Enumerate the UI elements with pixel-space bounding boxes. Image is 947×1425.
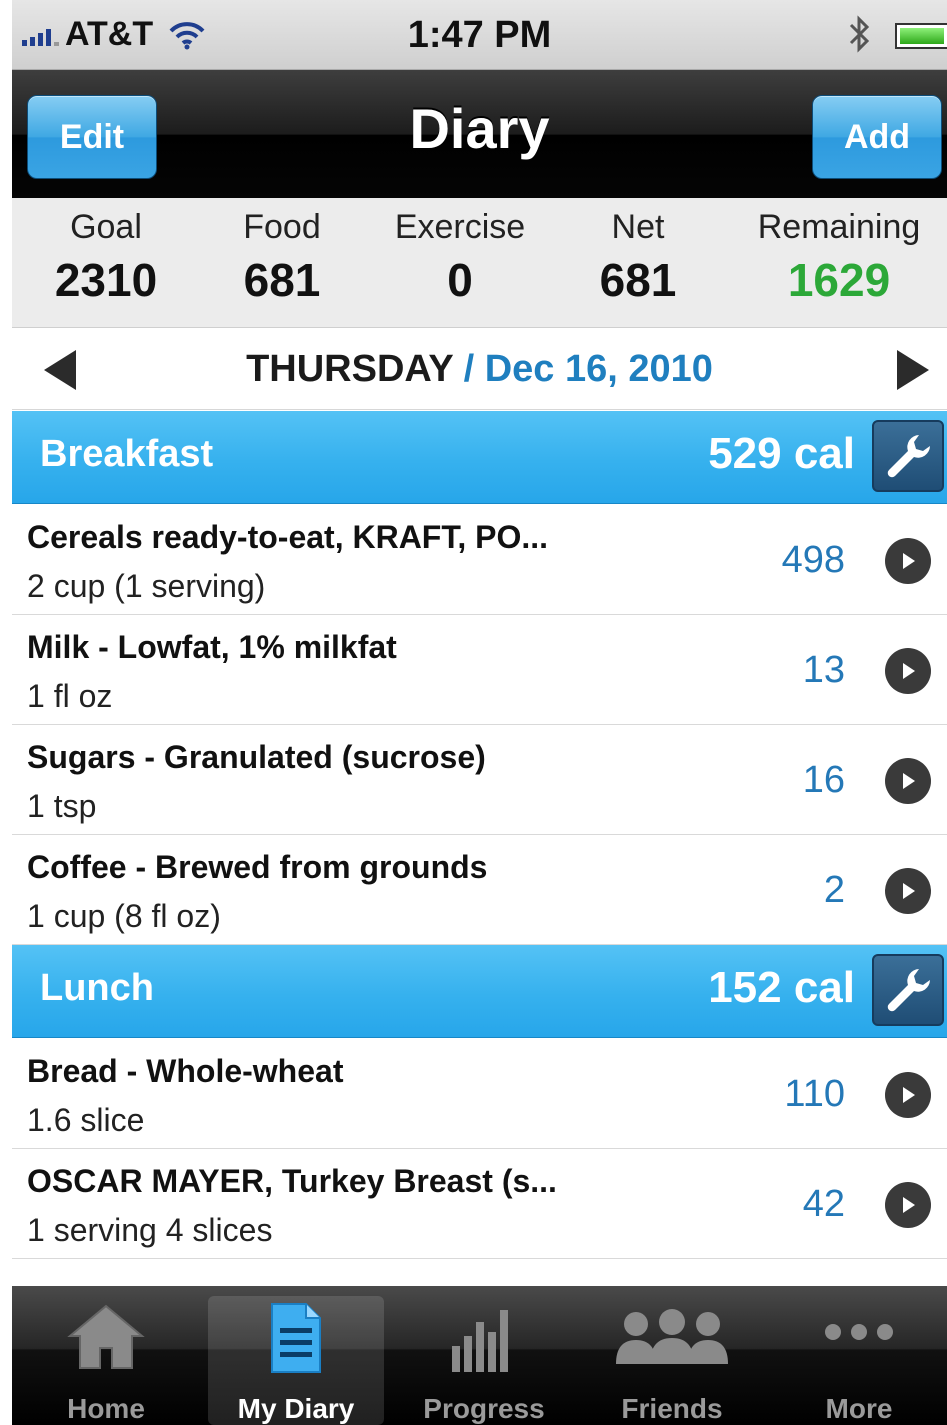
- disclosure-arrow-icon[interactable]: [885, 868, 931, 914]
- food-label: Food: [243, 208, 321, 246]
- meal-header-breakfast: Breakfast 529 cal: [12, 411, 947, 504]
- food-name: Coffee - Brewed from grounds: [27, 849, 488, 885]
- wrench-icon: [887, 435, 930, 478]
- food-calories: 498: [781, 539, 845, 581]
- food-calories: 16: [802, 759, 845, 801]
- tab-label: More: [825, 1393, 893, 1424]
- calorie-summary: Goal 2310 Food 681 Exercise 0 Net 681 Re…: [12, 198, 947, 328]
- food-serving: 1 fl oz: [27, 678, 113, 714]
- food-name: Milk - Lowfat, 1% milkfat: [27, 629, 397, 665]
- food-serving: 1.6 slice: [27, 1102, 145, 1138]
- friends-icon: [616, 1309, 728, 1364]
- progress-icon: [452, 1310, 508, 1372]
- breakfast-wrench-button[interactable]: [872, 420, 944, 492]
- date-separator: /: [463, 348, 475, 390]
- goal-value: 2310: [54, 254, 158, 306]
- food-serving: 1 cup (8 fl oz): [27, 898, 221, 934]
- food-calories: 42: [802, 1183, 845, 1225]
- tab-label: Friends: [621, 1393, 723, 1424]
- summary-net: Net 681: [548, 208, 728, 307]
- tab-friends[interactable]: Friends: [584, 1296, 760, 1425]
- tab-home[interactable]: Home: [18, 1296, 194, 1425]
- summary-goal: Goal 2310: [16, 208, 196, 307]
- summary-exercise: Exercise 0: [370, 208, 550, 307]
- tab-more[interactable]: More: [771, 1296, 947, 1425]
- tab-progress[interactable]: Progress: [396, 1296, 572, 1425]
- wrench-icon: [887, 969, 930, 1012]
- food-row[interactable]: Bread - Whole-wheat 1.6 slice 110: [12, 1039, 947, 1149]
- food-serving: 1 serving 4 slices: [27, 1212, 273, 1248]
- date-value: Dec 16, 2010: [484, 348, 713, 390]
- disclosure-arrow-icon[interactable]: [885, 1072, 931, 1118]
- tab-label: Progress: [423, 1393, 545, 1424]
- remaining-value: 1629: [787, 254, 891, 306]
- food-name: Cereals ready-to-eat, KRAFT, PO...: [27, 519, 549, 555]
- food-serving: 2 cup (1 serving): [27, 568, 266, 604]
- disclosure-arrow-icon[interactable]: [885, 648, 931, 694]
- summary-food: Food 681: [192, 208, 372, 307]
- food-calories: 110: [784, 1073, 845, 1115]
- meal-calories: 152 cal: [708, 963, 855, 1012]
- page-title: Diary: [409, 97, 550, 160]
- summary-remaining: Remaining 1629: [749, 208, 929, 307]
- food-row[interactable]: Cereals ready-to-eat, KRAFT, PO... 2 cup…: [12, 505, 947, 615]
- food-row[interactable]: Milk - Lowfat, 1% milkfat 1 fl oz 13: [12, 615, 947, 725]
- tab-bar: Home My Diary Progress Friends More: [12, 1286, 947, 1425]
- tab-label: Home: [67, 1393, 145, 1424]
- food-calories: 13: [802, 649, 845, 691]
- food-row[interactable]: OSCAR MAYER, Turkey Breast (s... 1 servi…: [12, 1149, 947, 1259]
- food-row[interactable]: Coffee - Brewed from grounds 1 cup (8 fl…: [12, 835, 947, 945]
- diary-icon: [271, 1303, 321, 1373]
- tab-my-diary[interactable]: My Diary: [208, 1296, 384, 1425]
- disclosure-arrow-icon[interactable]: [885, 758, 931, 804]
- exercise-value: 0: [447, 254, 473, 306]
- tab-label: My Diary: [237, 1393, 355, 1424]
- disclosure-arrow-icon[interactable]: [885, 538, 931, 584]
- add-button[interactable]: Add: [812, 95, 942, 179]
- next-day-arrow-icon[interactable]: [893, 348, 933, 392]
- date-navigator: THURSDAY / Dec 16, 2010: [12, 328, 947, 410]
- net-label: Net: [611, 208, 665, 246]
- disclosure-arrow-icon[interactable]: [885, 1182, 931, 1228]
- meal-header-lunch: Lunch 152 cal: [12, 945, 947, 1038]
- exercise-label: Exercise: [394, 208, 526, 246]
- meal-calories: 529 cal: [708, 429, 855, 478]
- remaining-label: Remaining: [757, 208, 921, 246]
- battery-icon: [895, 23, 947, 49]
- status-bar: AT&T 1:47 PM: [12, 0, 947, 70]
- food-name: OSCAR MAYER, Turkey Breast (s...: [27, 1163, 557, 1199]
- meal-name: Lunch: [40, 967, 154, 1009]
- meal-name: Breakfast: [40, 433, 214, 475]
- current-date: THURSDAY / Dec 16, 2010: [12, 348, 947, 391]
- nav-bar: Edit Diary Add: [12, 70, 947, 198]
- clock: 1:47 PM: [407, 14, 552, 56]
- food-serving: 1 tsp: [27, 788, 97, 824]
- food-value: 681: [243, 254, 321, 306]
- food-calories: 2: [823, 869, 845, 911]
- goal-label: Goal: [70, 208, 142, 246]
- food-row[interactable]: Sugars - Granulated (sucrose) 1 tsp 16: [12, 725, 947, 835]
- net-value: 681: [599, 254, 677, 306]
- day-of-week: THURSDAY: [246, 348, 454, 390]
- food-name: Sugars - Granulated (sucrose): [27, 739, 486, 775]
- home-icon: [67, 1304, 145, 1369]
- food-name: Bread - Whole-wheat: [27, 1053, 344, 1089]
- lunch-wrench-button[interactable]: [872, 954, 944, 1026]
- bluetooth-icon: [849, 15, 870, 53]
- more-icon: [825, 1324, 893, 1340]
